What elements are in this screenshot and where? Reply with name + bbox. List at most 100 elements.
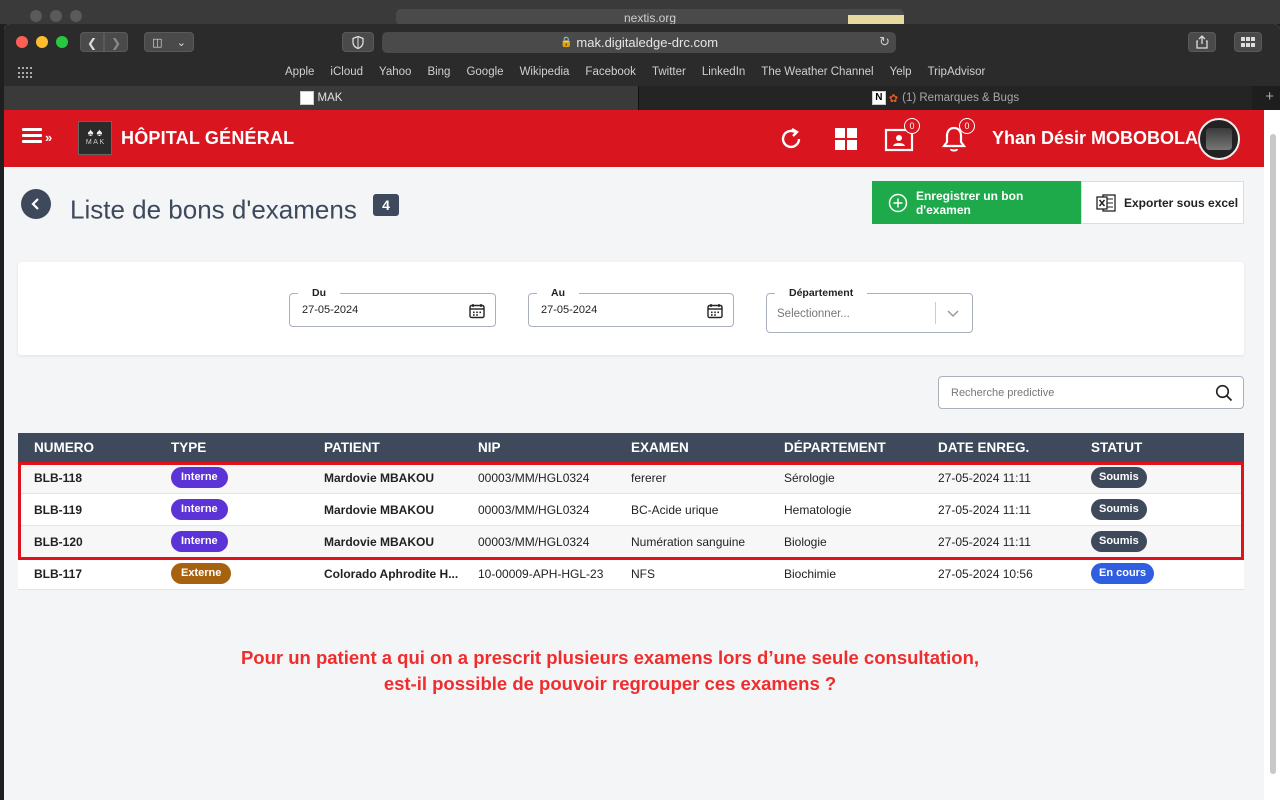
minimize-window-button[interactable]	[36, 36, 48, 48]
bookmark-icloud[interactable]: iCloud	[322, 66, 371, 78]
export-excel-button[interactable]: Exporter sous excel	[1081, 181, 1244, 224]
department-placeholder: Selectionner...	[777, 308, 850, 320]
column-header-numero[interactable]: NUMERO	[18, 440, 171, 455]
status-badge: En cours	[1091, 563, 1155, 584]
date-to-value: 27-05-2024	[541, 304, 598, 316]
logo-text: M A K	[85, 139, 105, 146]
status-badge: Soumis	[1091, 531, 1147, 552]
date-to-field[interactable]: Au 27-05-2024	[528, 287, 734, 327]
export-excel-label: Exporter sous excel	[1124, 195, 1239, 210]
back-nav-button[interactable]: ❮	[80, 32, 104, 52]
cell-nip: 00003/MM/HGL0324	[478, 470, 590, 485]
add-exam-label: Enregistrer un bon d'examen	[915, 188, 1024, 217]
browser-window: ❮ ❯ ◫ ⌄ 🔒 mak.digitaledge-drc.com ↻ Appl…	[4, 24, 1280, 800]
date-to-label: Au	[537, 287, 579, 299]
bookmark-tripadvisor[interactable]: TripAdvisor	[920, 66, 994, 78]
bookmark-google[interactable]: Google	[458, 66, 511, 78]
address-bar[interactable]: 🔒 mak.digitaledge-drc.com ↻	[382, 32, 896, 53]
new-tab-button[interactable]: +	[1265, 88, 1274, 105]
cell-numero: BLB-117	[34, 566, 83, 581]
department-label: Département	[775, 287, 868, 299]
department-select[interactable]: Département Selectionner...	[766, 287, 973, 333]
date-from-value: 27-05-2024	[302, 304, 359, 316]
grid-icon[interactable]	[831, 124, 861, 154]
messages-icon[interactable]: 0	[884, 118, 920, 154]
privacy-button[interactable]	[342, 32, 374, 52]
tab-overview-button[interactable]	[1234, 32, 1262, 52]
bookmark-weather-channel[interactable]: The Weather Channel	[753, 66, 881, 78]
table-row[interactable]: BLB-119 Interne Mardovie MBAKOU 00003/MM…	[18, 494, 1244, 526]
zoom-window-button[interactable]	[56, 36, 68, 48]
column-header-statut[interactable]: STATUT	[1091, 440, 1244, 455]
annotation-line-2: est-il possible de pouvoir regrouper ces…	[383, 673, 837, 694]
table-row[interactable]: BLB-118 Interne Mardovie MBAKOU 00003/MM…	[18, 462, 1244, 494]
avatar[interactable]	[1198, 118, 1240, 160]
search-icon[interactable]	[1215, 384, 1233, 402]
column-header-departement[interactable]: DÉPARTEMENT	[784, 440, 938, 455]
page-title: Liste de bons d'examens	[70, 194, 357, 225]
cell-examen: BC-Acide urique	[631, 502, 719, 517]
scrollbar-thumb[interactable]	[1270, 134, 1276, 774]
tab-mak[interactable]: MAK	[4, 86, 638, 110]
calendar-icon[interactable]	[707, 303, 723, 319]
column-header-nip[interactable]: NIP	[478, 440, 631, 455]
apps-grid-icon[interactable]	[18, 67, 32, 79]
cell-departement: Biochimie	[784, 566, 837, 581]
sidebar-icon: ◫	[152, 36, 163, 49]
tab-bar: MAK N ✿ (1) Remarques & Bugs +	[4, 86, 1280, 110]
count-badge: 4	[373, 194, 399, 216]
cell-examen: Numération sanguine	[631, 534, 746, 549]
cell-examen: fererer	[631, 470, 667, 485]
table-row[interactable]: BLB-117 Externe Colorado Aphrodite H... …	[18, 558, 1244, 590]
search-placeholder: Recherche predictive	[951, 387, 1055, 399]
hospital-name: HÔPITAL GÉNÉRAL	[121, 128, 295, 148]
bell-icon[interactable]: 0	[939, 118, 975, 154]
column-header-date[interactable]: DATE ENREG.	[938, 440, 1091, 455]
background-traffic-lights	[30, 10, 82, 22]
column-header-type[interactable]: TYPE	[171, 440, 324, 455]
refresh-icon[interactable]	[776, 124, 806, 154]
tab-label: (1) Remarques & Bugs	[902, 92, 1020, 104]
bookmark-yelp[interactable]: Yelp	[882, 66, 920, 78]
chevron-down-icon[interactable]	[946, 304, 960, 322]
cell-departement: Sérologie	[784, 470, 835, 485]
search-input[interactable]: Recherche predictive	[938, 376, 1244, 409]
column-header-patient[interactable]: PATIENT	[324, 440, 478, 455]
date-from-field[interactable]: Du 27-05-2024	[289, 287, 496, 327]
app-header: » ♠ ♠ M A K HÔPITAL GÉNÉRAL 0 0 Yhan Dés…	[4, 110, 1264, 167]
bookmarks-bar: Apple iCloud Yahoo Bing Google Wikipedia…	[4, 60, 1280, 86]
user-name[interactable]: Yhan Désir MOBOBOLA	[992, 128, 1198, 149]
traffic-lights	[16, 36, 68, 48]
back-button[interactable]	[21, 189, 51, 219]
tab-remarques-bugs[interactable]: N ✿ (1) Remarques & Bugs	[638, 86, 1252, 110]
bookmark-twitter[interactable]: Twitter	[644, 66, 694, 78]
reload-icon[interactable]: ↻	[879, 34, 890, 50]
notifications-badge: 0	[959, 118, 975, 134]
bookmark-facebook[interactable]: Facebook	[577, 66, 644, 78]
bookmark-linkedin[interactable]: LinkedIn	[694, 66, 753, 78]
forward-nav-button[interactable]: ❯	[104, 32, 128, 52]
add-exam-button[interactable]: Enregistrer un bon d'examen	[872, 181, 1081, 224]
cell-nip: 00003/MM/HGL0324	[478, 534, 590, 549]
cell-date: 27-05-2024 11:11	[938, 470, 1031, 485]
chevron-down-icon: ⌄	[176, 36, 186, 49]
cell-statut: En cours	[1091, 563, 1244, 584]
bookmark-yahoo[interactable]: Yahoo	[371, 66, 419, 78]
bookmark-bing[interactable]: Bing	[419, 66, 458, 78]
cell-statut: Soumis	[1091, 531, 1244, 552]
cell-patient: Colorado Aphrodite H...	[324, 566, 459, 581]
status-badge: Soumis	[1091, 467, 1147, 488]
bookmark-apple[interactable]: Apple	[285, 66, 322, 78]
vertical-scrollbar[interactable]	[1264, 110, 1280, 800]
sidebar-toggle-button[interactable]: ◫ ⌄	[144, 32, 194, 52]
close-window-button[interactable]	[16, 36, 28, 48]
menu-icon[interactable]: »	[22, 128, 52, 148]
date-from-label: Du	[298, 287, 340, 299]
share-button[interactable]	[1188, 32, 1216, 52]
calendar-icon[interactable]	[469, 303, 485, 319]
column-header-examen[interactable]: EXAMEN	[631, 440, 784, 455]
bookmark-wikipedia[interactable]: Wikipedia	[512, 66, 578, 78]
status-badge: Soumis	[1091, 499, 1147, 520]
type-badge: Interne	[171, 499, 228, 520]
table-row[interactable]: BLB-120 Interne Mardovie MBAKOU 00003/MM…	[18, 526, 1244, 558]
